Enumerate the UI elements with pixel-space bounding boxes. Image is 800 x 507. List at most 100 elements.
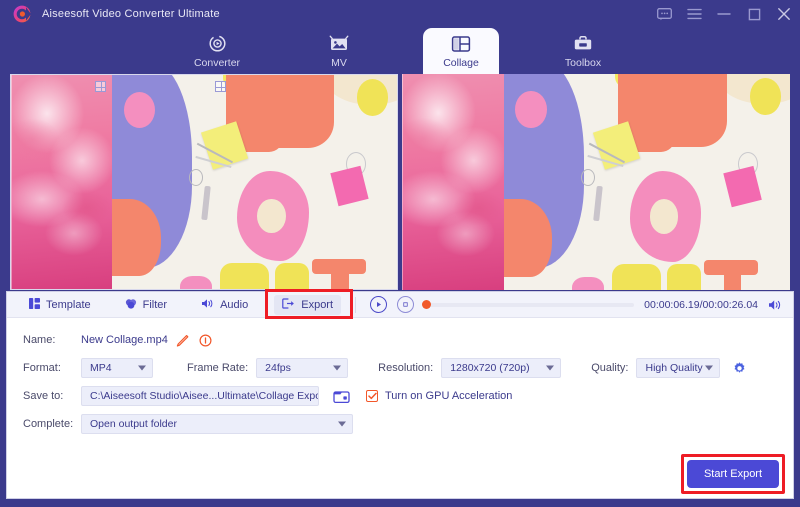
- shape-pink-small: [572, 277, 604, 290]
- seek-bar[interactable]: [422, 299, 635, 309]
- start-export-button[interactable]: Start Export: [687, 460, 779, 488]
- frame-rate-select[interactable]: 24fps: [256, 358, 349, 378]
- start-export-zone: Start Export: [681, 454, 785, 494]
- volume-icon[interactable]: [768, 299, 783, 311]
- audio-icon: [201, 298, 214, 312]
- nav-tab-converter-label: Converter: [193, 56, 241, 69]
- gpu-acceleration-checkbox[interactable]: Turn on GPU Acceleration: [366, 390, 512, 402]
- shape-pink-dot: [123, 92, 155, 129]
- export-icon: [282, 297, 295, 312]
- nav-tab-toolbox-label: Toolbox: [564, 56, 602, 69]
- chevron-down-icon: [546, 365, 555, 371]
- app-title: Aiseesoft Video Converter Ultimate: [42, 8, 220, 20]
- minimize-icon[interactable]: [716, 6, 732, 22]
- time-display: 00:00:06.19/00:00:26.04: [644, 298, 758, 311]
- name-label: Name:: [23, 334, 56, 346]
- nav-tab-mv[interactable]: MV: [301, 28, 377, 74]
- application-window: Aiseesoft Video Converter Ultimate Conve…: [0, 0, 800, 507]
- quality-select[interactable]: High Quality: [636, 358, 721, 378]
- clothes-peg: [201, 186, 212, 221]
- filter-icon: [125, 298, 137, 312]
- format-value: MP4: [90, 362, 112, 374]
- nav-tab-toolbox[interactable]: Toolbox: [545, 28, 621, 74]
- nav-tab-mv-label: MV: [331, 56, 347, 69]
- quality-value: High Quality: [645, 362, 703, 374]
- maximize-icon[interactable]: [746, 6, 762, 22]
- export-settings-form: Name: New Collage.mp4 Format: MP4 Frame …: [7, 318, 793, 438]
- template-icon: [29, 297, 40, 312]
- info-icon[interactable]: [199, 333, 212, 347]
- checkmark-icon: [366, 390, 378, 402]
- complete-action-select[interactable]: Open output folder: [81, 414, 353, 434]
- preview-cell-papercraft: [503, 74, 790, 290]
- complete-label: Complete:: [23, 418, 74, 430]
- chevron-down-icon: [138, 365, 146, 371]
- shape-letter-r: [666, 264, 702, 290]
- folder-open-icon[interactable]: [333, 389, 350, 404]
- name-row: Name: New Collage.mp4: [7, 326, 793, 354]
- chevron-down-icon: [705, 365, 714, 371]
- toolbar-divider: [355, 296, 357, 313]
- nav-tab-collage[interactable]: Collage: [423, 28, 499, 74]
- window-controls: [656, 0, 792, 28]
- save-to-input[interactable]: C:\Aiseesoft Studio\Aisee...Ultimate\Col…: [81, 386, 319, 406]
- shape-flower-center: [649, 199, 679, 234]
- resolution-label: Resolution:: [378, 362, 434, 374]
- chevron-down-icon: [333, 365, 342, 371]
- playback-controls: 00:00:06.19/00:00:26.04: [370, 296, 793, 313]
- preview-cell-watercolor: [402, 74, 504, 290]
- gear-icon[interactable]: [732, 361, 747, 376]
- collage-icon: [451, 34, 471, 54]
- tab-template-label: Template: [46, 298, 91, 311]
- nav-tab-converter[interactable]: Converter: [179, 28, 255, 74]
- resolution-value: 1280x720 (720p): [450, 362, 530, 374]
- export-panel: Template Filter Audio Export 00:00:06.19…: [6, 289, 794, 499]
- preview-area: [10, 74, 790, 290]
- tab-filter-label: Filter: [142, 298, 168, 311]
- browse-ellipsis[interactable]: ...: [298, 390, 310, 402]
- pencil-edit-icon[interactable]: [176, 334, 189, 347]
- shape-letter-t-stem: [331, 267, 349, 289]
- format-label: Format:: [23, 362, 61, 374]
- converter-icon: [208, 34, 227, 54]
- save-to-label: Save to:: [23, 390, 64, 402]
- editor-tab-list: Template Filter Audio Export: [7, 294, 342, 315]
- nav-tab-collage-label: Collage: [443, 56, 479, 69]
- collage-preview-canvas[interactable]: [402, 74, 790, 290]
- toolbox-icon: [573, 34, 593, 54]
- format-select[interactable]: MP4: [81, 358, 153, 378]
- tab-filter[interactable]: Filter: [117, 295, 175, 315]
- aiseesoft-logo-icon: [12, 4, 32, 24]
- tab-export-label: Export: [301, 298, 334, 311]
- close-icon[interactable]: [776, 6, 792, 22]
- gpu-acceleration-label: Turn on GPU Acceleration: [385, 390, 513, 402]
- shape-pink-dot: [515, 91, 547, 128]
- stop-icon[interactable]: [397, 296, 415, 313]
- resolution-select[interactable]: 1280x720 (720p): [441, 358, 562, 378]
- seek-handle[interactable]: [422, 299, 432, 309]
- shape-yellow-dot: [749, 78, 782, 116]
- feedback-icon[interactable]: [656, 6, 672, 22]
- tab-audio-label: Audio: [220, 298, 249, 311]
- main-navigation: Converter MV Collage Toolbox: [0, 28, 800, 74]
- collage-cell-watercolor[interactable]: [11, 75, 113, 289]
- menu-icon[interactable]: [686, 6, 702, 22]
- binder-clip-ring: [580, 169, 596, 187]
- shape-letter-a: [220, 263, 269, 289]
- tab-template[interactable]: Template: [21, 295, 99, 315]
- quality-label: Quality:: [591, 362, 629, 374]
- frame-rate-label: Frame Rate:: [187, 362, 249, 374]
- editor-toolbar: Template Filter Audio Export 00:00:06.19…: [7, 289, 793, 319]
- collage-cell-papercraft[interactable]: [112, 75, 397, 289]
- shape-flower-center: [257, 199, 286, 234]
- resize-handle[interactable]: [95, 81, 107, 92]
- format-row: Format: MP4 Frame Rate: 24fps Resolution…: [7, 354, 793, 382]
- play-icon[interactable]: [370, 296, 388, 313]
- resize-handle[interactable]: [214, 81, 226, 92]
- complete-value: Open output folder: [90, 418, 177, 430]
- name-value: New Collage.mp4: [81, 334, 168, 346]
- shape-yellow-dot: [357, 79, 389, 116]
- tab-export[interactable]: Export: [274, 294, 342, 315]
- collage-editing-canvas[interactable]: [10, 74, 398, 290]
- tab-audio[interactable]: Audio: [193, 295, 256, 315]
